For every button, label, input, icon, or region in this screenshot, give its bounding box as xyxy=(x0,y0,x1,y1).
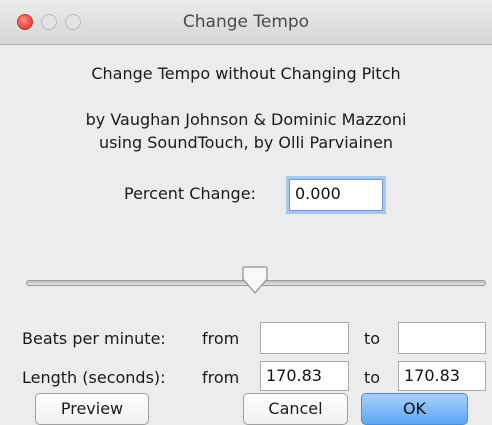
title-bar[interactable]: Change Tempo xyxy=(0,0,492,45)
length-from-input[interactable]: 170.83 xyxy=(260,361,349,391)
bpm-label: Beats per minute: xyxy=(22,329,166,348)
bpm-to-input[interactable] xyxy=(398,322,486,354)
ok-button[interactable]: OK xyxy=(361,393,468,425)
length-from-label: from xyxy=(202,368,240,387)
length-label: Length (seconds): xyxy=(22,368,166,387)
percent-change-input[interactable]: 0.000 xyxy=(289,179,383,211)
bpm-from-input[interactable] xyxy=(260,322,349,354)
window-title: Change Tempo xyxy=(182,12,310,32)
dialog-heading: Change Tempo without Changing Pitch xyxy=(91,64,401,83)
tempo-slider-thumb[interactable] xyxy=(241,265,269,295)
bpm-from-label: from xyxy=(202,329,240,348)
length-to-input[interactable]: 170.83 xyxy=(398,361,486,391)
credits-line-1: by Vaughan Johnson & Dominic Mazzoni xyxy=(85,110,407,129)
credits-line-2: using SoundTouch, by Olli Parviainen xyxy=(98,133,394,152)
cancel-button[interactable]: Cancel xyxy=(243,393,348,425)
change-tempo-dialog: Change Tempo Change Tempo without Changi… xyxy=(0,0,492,425)
percent-change-label: Percent Change: xyxy=(124,184,256,203)
length-to-label: to xyxy=(364,368,381,387)
preview-button[interactable]: Preview xyxy=(35,393,149,425)
bpm-to-label: to xyxy=(364,329,381,348)
